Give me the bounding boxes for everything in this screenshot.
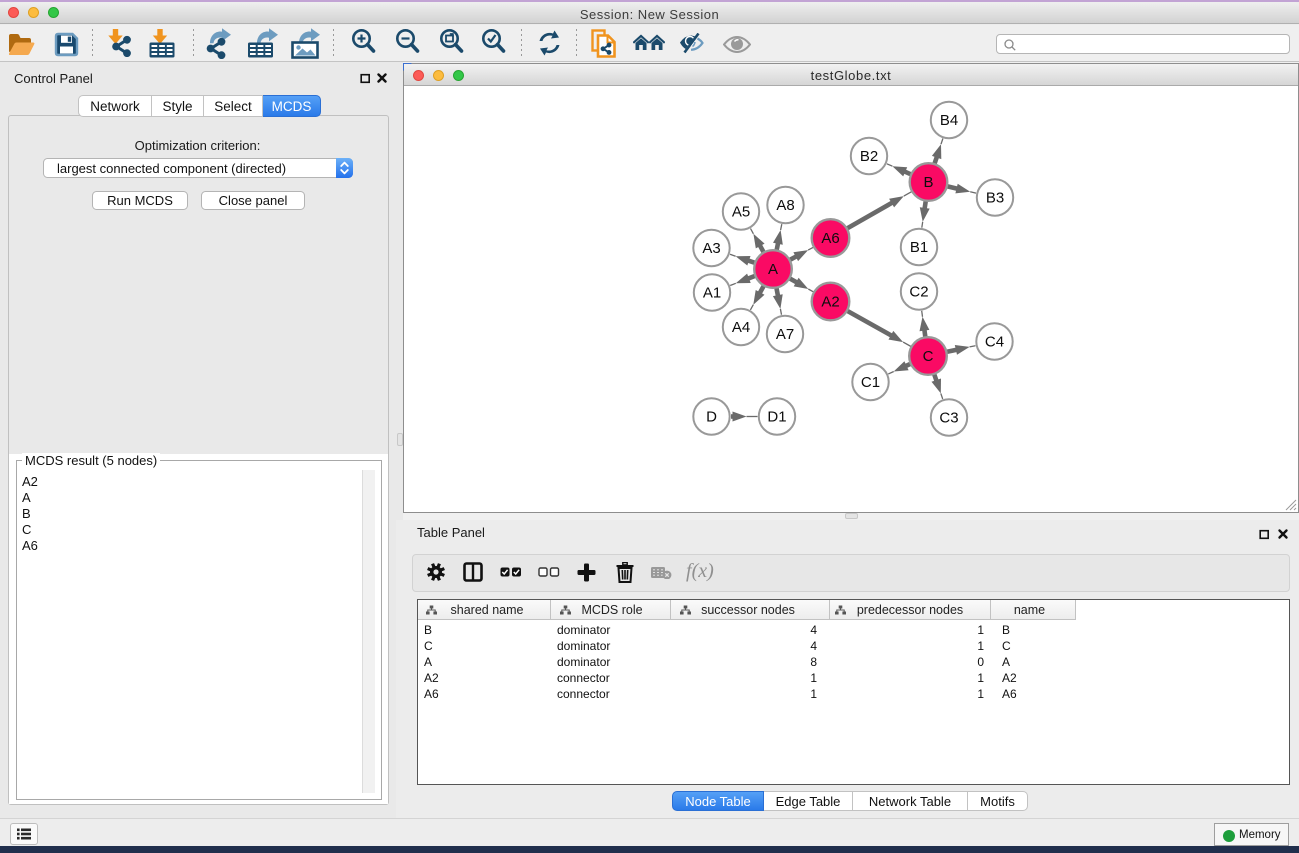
svg-text:A1: A1 (703, 285, 721, 302)
svg-text:A6: A6 (821, 230, 839, 247)
svg-text:C3: C3 (939, 410, 958, 427)
svg-text:A4: A4 (732, 319, 750, 336)
svg-text:A5: A5 (732, 204, 750, 221)
svg-text:B1: B1 (910, 239, 928, 256)
svg-text:C4: C4 (985, 334, 1004, 351)
svg-text:D1: D1 (767, 409, 786, 426)
svg-text:A8: A8 (776, 197, 794, 214)
svg-text:A2: A2 (821, 294, 839, 311)
svg-text:B2: B2 (860, 148, 878, 165)
svg-text:C2: C2 (909, 284, 928, 301)
svg-text:B3: B3 (986, 190, 1004, 207)
svg-text:A: A (768, 261, 778, 278)
svg-text:C: C (923, 348, 934, 365)
svg-text:A7: A7 (776, 326, 794, 343)
svg-text:B: B (923, 174, 933, 191)
svg-text:D: D (706, 409, 717, 426)
svg-text:C1: C1 (861, 374, 880, 391)
svg-text:B4: B4 (940, 112, 958, 129)
svg-text:A3: A3 (702, 240, 720, 257)
